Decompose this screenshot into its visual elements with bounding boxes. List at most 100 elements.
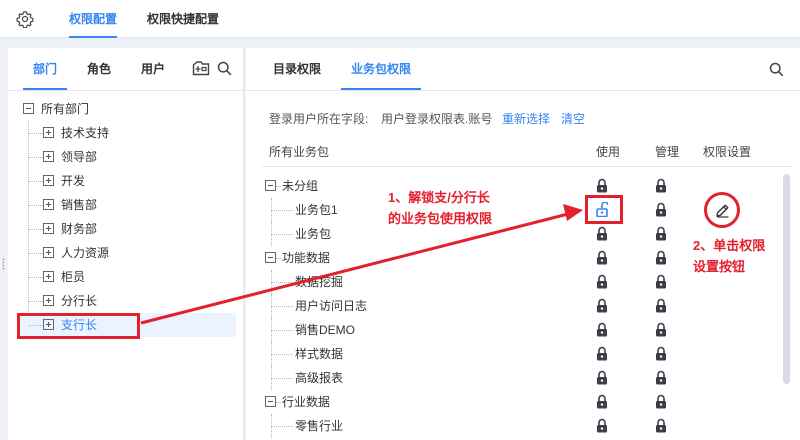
tab-department[interactable]: 部门: [22, 48, 68, 90]
tree-item-label: 销售部: [61, 198, 98, 212]
permission-settings-button[interactable]: [704, 192, 740, 228]
package-row[interactable]: 业务包: [262, 222, 762, 246]
package-label: 高级报表: [295, 371, 344, 385]
folder-plus-icon[interactable]: [192, 60, 210, 76]
lock-icon[interactable]: [655, 274, 667, 289]
search-icon[interactable]: [769, 62, 784, 77]
lock-icon[interactable]: [655, 418, 667, 433]
expand-toggle-icon[interactable]: [43, 295, 54, 306]
lock-icon[interactable]: [596, 346, 608, 361]
expand-toggle-icon[interactable]: [43, 151, 54, 162]
lock-icon[interactable]: [655, 322, 667, 337]
collapse-toggle-icon[interactable]: [265, 180, 276, 191]
tree-item-label: 领导部: [61, 150, 98, 164]
tree-item[interactable]: 人力资源: [18, 241, 236, 265]
gear-icon[interactable]: [16, 10, 34, 28]
package-label: 数据挖掘: [295, 275, 344, 289]
lock-icon[interactable]: [596, 370, 608, 385]
lock-icon[interactable]: [596, 274, 608, 289]
package-group-row[interactable]: 行业数据: [262, 390, 762, 414]
annotation-step2-line2: 设置按钮: [693, 259, 746, 274]
header-permission-settings: 权限设置: [703, 145, 752, 159]
expand-toggle-icon[interactable]: [43, 223, 54, 234]
lock-icon[interactable]: [596, 178, 608, 193]
package-group-row[interactable]: 未分组: [262, 174, 762, 198]
package-label: 行业数据: [282, 395, 331, 409]
tab-permission-config[interactable]: 权限配置: [69, 0, 118, 38]
header-all-packages: 所有业务包: [269, 145, 330, 159]
lock-icon[interactable]: [655, 298, 667, 313]
header-use: 使用: [596, 145, 621, 159]
divider: [246, 90, 800, 91]
lock-icon[interactable]: [596, 250, 608, 265]
expand-toggle-icon[interactable]: [43, 175, 54, 186]
expand-toggle-icon[interactable]: [43, 199, 54, 210]
tree-root-label: 所有部门: [41, 102, 90, 116]
lock-icon[interactable]: [655, 202, 667, 217]
tab-role[interactable]: 角色: [87, 48, 111, 90]
lock-icon[interactable]: [596, 322, 608, 337]
reselect-link[interactable]: 重新选择: [502, 110, 550, 127]
lock-icon[interactable]: [596, 226, 608, 241]
highlight-unlock: [585, 195, 623, 224]
login-field-value: 用户登录权限表.账号: [381, 112, 493, 126]
expand-toggle-icon[interactable]: [43, 127, 54, 138]
package-row[interactable]: 销售DEMO: [262, 318, 762, 342]
tree-item[interactable]: 柜员: [18, 265, 236, 289]
lock-icon[interactable]: [655, 178, 667, 193]
tree-item[interactable]: 开发: [18, 169, 236, 193]
lock-icon[interactable]: [596, 394, 608, 409]
login-field-label: 登录用户所在字段:: [269, 112, 369, 126]
tab-directory-permission[interactable]: 目录权限: [273, 48, 321, 90]
lock-icon[interactable]: [655, 226, 667, 241]
lock-icon[interactable]: [596, 298, 608, 313]
tree-item[interactable]: 分行长: [18, 289, 236, 313]
top-bar: 权限配置 权限快捷配置: [0, 0, 800, 38]
tree-item[interactable]: 技术支持: [18, 121, 236, 145]
package-label: 功能数据: [282, 251, 331, 265]
resize-grip-icon[interactable]: [2, 258, 5, 270]
tree-item[interactable]: 领导部: [18, 145, 236, 169]
tree-item-label: 分行长: [61, 294, 98, 308]
divider: [8, 90, 243, 91]
package-label: 业务包1: [295, 203, 338, 217]
tab-quick-permission-config[interactable]: 权限快捷配置: [147, 0, 219, 38]
tree-item[interactable]: 销售部: [18, 193, 236, 217]
lock-icon[interactable]: [655, 346, 667, 361]
annotation-step2-line1: 2、单击权限: [693, 238, 766, 253]
package-row[interactable]: 样式数据: [262, 342, 762, 366]
lock-icon[interactable]: [596, 418, 608, 433]
collapse-toggle-icon[interactable]: [23, 103, 34, 114]
tree-item[interactable]: 财务部: [18, 217, 236, 241]
package-label: 零售行业: [295, 419, 344, 433]
package-row[interactable]: 业务包1: [262, 198, 762, 222]
tab-package-permission[interactable]: 业务包权限: [340, 48, 422, 90]
package-row[interactable]: 用户访问日志: [262, 294, 762, 318]
collapse-toggle-icon[interactable]: [265, 252, 276, 263]
package-label: 销售DEMO: [295, 323, 356, 337]
tree-item-label: 开发: [61, 174, 86, 188]
vertical-scrollbar[interactable]: [783, 174, 790, 384]
package-group-row[interactable]: 功能数据: [262, 246, 762, 270]
lock-icon[interactable]: [655, 370, 667, 385]
lock-icon[interactable]: [655, 394, 667, 409]
package-label: 业务包: [295, 227, 332, 241]
package-row[interactable]: 零售行业: [262, 414, 762, 438]
collapse-toggle-icon[interactable]: [265, 396, 276, 407]
tab-user[interactable]: 用户: [141, 48, 165, 90]
lock-icon[interactable]: [655, 250, 667, 265]
header-divider: [262, 166, 792, 167]
search-icon[interactable]: [217, 61, 232, 76]
tree-item-label: 人力资源: [61, 246, 110, 260]
package-row[interactable]: 高级报表: [262, 366, 762, 390]
expand-toggle-icon[interactable]: [43, 247, 54, 258]
tree-item-label: 技术支持: [61, 126, 110, 140]
package-label: 样式数据: [295, 347, 344, 361]
expand-toggle-icon[interactable]: [43, 271, 54, 282]
annotation-step1-line1: 1、解锁支/分行长: [388, 190, 490, 205]
package-row[interactable]: 数据挖掘: [262, 270, 762, 294]
clear-link[interactable]: 清空: [561, 110, 585, 127]
tree-item-label: 财务部: [61, 222, 98, 236]
header-manage: 管理: [655, 145, 680, 159]
package-label: 用户访问日志: [295, 299, 368, 313]
